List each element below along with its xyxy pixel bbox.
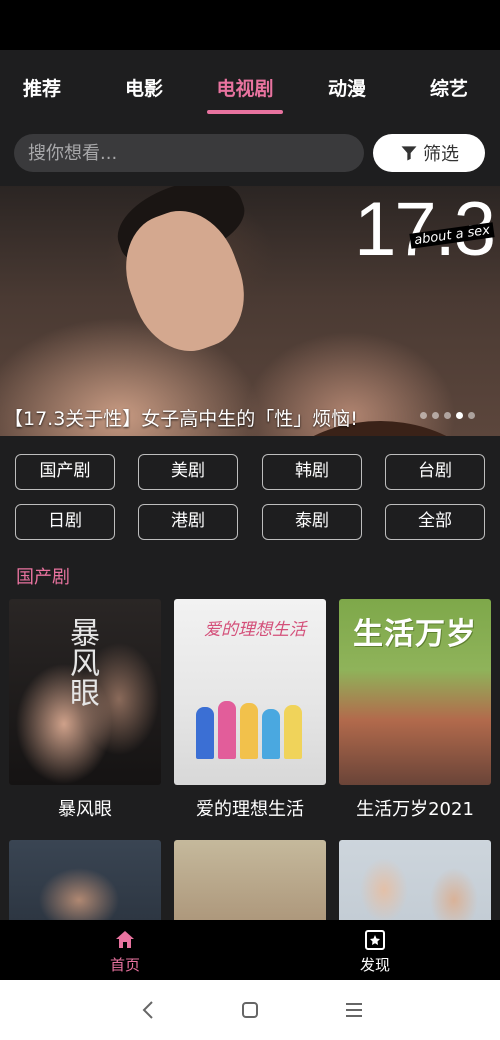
carousel-dot[interactable] (468, 412, 475, 419)
poster-title-art: 爱的理想生活 (204, 620, 306, 640)
carousel-indicator (420, 412, 475, 419)
show-card[interactable] (339, 840, 491, 920)
filter-button[interactable]: 筛选 (373, 134, 485, 172)
banner-carousel[interactable]: 17.3 about a sex 【17.3关于性】女子高中生的「性」烦恼! (0, 186, 500, 436)
tab-variety[interactable]: 综艺 (404, 74, 494, 101)
show-poster: 生活万岁 (339, 599, 491, 785)
back-icon[interactable] (138, 999, 160, 1021)
filter-icon (401, 146, 417, 161)
poster-cast-figures (192, 694, 310, 759)
show-card[interactable] (9, 840, 161, 920)
discover-icon (365, 930, 385, 950)
show-card[interactable]: 爱的理想生活 爱的理想生活 (174, 599, 326, 820)
show-title: 生活万岁2021 (356, 799, 474, 820)
poster-title-art: 暴风眼 (64, 617, 99, 707)
home-button-icon[interactable] (239, 999, 261, 1021)
genre-all[interactable]: 全部 (385, 504, 485, 540)
show-card[interactable] (174, 840, 326, 920)
show-poster: 爱的理想生活 (174, 599, 326, 785)
bottom-navigation: 首页 发现 (0, 920, 500, 980)
active-tab-indicator (207, 110, 283, 114)
genre-taiwan[interactable]: 台剧 (385, 454, 485, 490)
search-input[interactable] (14, 134, 364, 172)
nav-discover-label: 发现 (359, 956, 390, 974)
genre-hongkong[interactable]: 港剧 (138, 504, 238, 540)
carousel-dot-active[interactable] (456, 412, 463, 419)
carousel-dot[interactable] (420, 412, 427, 419)
section-title: 国产剧 (16, 567, 70, 588)
genre-thai[interactable]: 泰剧 (262, 504, 362, 540)
show-title: 暴风眼 (58, 799, 112, 820)
tab-movies[interactable]: 电影 (99, 74, 189, 101)
nav-home[interactable]: 首页 (85, 928, 165, 975)
genre-grid: 国产剧 美剧 韩剧 台剧 日剧 港剧 泰剧 全部 (0, 454, 500, 544)
show-poster (339, 840, 491, 920)
filter-label: 筛选 (423, 144, 459, 165)
app-main: 推荐 电影 电视剧 动漫 综艺 筛选 17.3 about a sex 【17.… (0, 50, 500, 920)
tab-anime[interactable]: 动漫 (302, 74, 392, 101)
show-card[interactable]: 暴风眼 暴风眼 (9, 599, 161, 820)
genre-korean[interactable]: 韩剧 (262, 454, 362, 490)
tab-tv-series[interactable]: 电视剧 (200, 74, 290, 101)
nav-discover[interactable]: 发现 (335, 928, 415, 975)
system-navigation-bar (0, 980, 500, 1040)
category-tabs: 推荐 电影 电视剧 动漫 综艺 (0, 50, 500, 120)
carousel-dot[interactable] (444, 412, 451, 419)
carousel-dot[interactable] (432, 412, 439, 419)
genre-japanese[interactable]: 日剧 (15, 504, 115, 540)
show-poster (9, 840, 161, 920)
home-icon (116, 931, 134, 948)
tab-recommend[interactable]: 推荐 (0, 74, 87, 101)
show-poster (174, 840, 326, 920)
poster-title-art: 生活万岁 (353, 617, 477, 652)
genre-domestic[interactable]: 国产剧 (15, 454, 115, 490)
banner-title: 【17.3关于性】女子高中生的「性」烦恼! (4, 408, 358, 430)
genre-us[interactable]: 美剧 (138, 454, 238, 490)
show-title: 爱的理想生活 (196, 799, 304, 820)
search-row: 筛选 (0, 134, 500, 172)
nav-home-label: 首页 (109, 956, 140, 974)
show-poster: 暴风眼 (9, 599, 161, 785)
menu-icon[interactable] (343, 999, 365, 1021)
show-card[interactable]: 生活万岁 生活万岁2021 (339, 599, 491, 820)
status-bar (0, 0, 500, 50)
